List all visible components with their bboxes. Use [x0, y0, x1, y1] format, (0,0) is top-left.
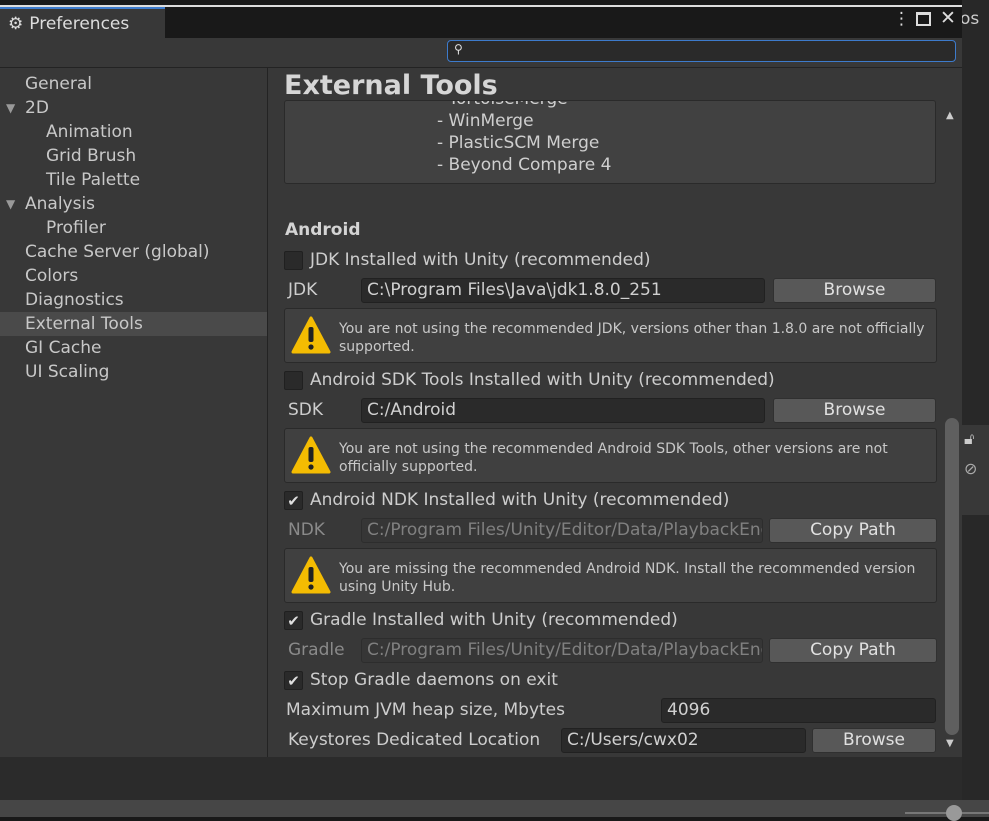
- keystores-browse-button[interactable]: Browse: [812, 728, 936, 753]
- window-footer: [0, 757, 962, 800]
- sidebar-item-colors[interactable]: Colors: [0, 264, 267, 288]
- warning-icon: [291, 436, 331, 474]
- sidebar-item-gi-cache[interactable]: GI Cache: [0, 336, 267, 360]
- keystores-label: Keystores Dedicated Location: [288, 730, 541, 750]
- search-input[interactable]: ⚲: [447, 40, 956, 62]
- adjacent-tab-fragment[interactable]: os: [960, 9, 979, 29]
- adjacent-inspector: 🔓︎ ⊘: [962, 425, 989, 515]
- sidebar-item-cache-server[interactable]: Cache Server (global): [0, 240, 267, 264]
- gear-icon: ⚙: [8, 13, 24, 34]
- tab-title: Preferences: [29, 13, 130, 34]
- page-title: External Tools: [284, 70, 498, 101]
- content-panel: - TortoiseMerge - WinMerge - PlasticSCM …: [270, 68, 942, 757]
- search-icon: ⚲: [454, 42, 463, 56]
- jdk-label: JDK: [288, 280, 318, 300]
- ndk-warning-box: You are missing the recommended Android …: [284, 548, 937, 603]
- sidebar-item-label: Animation: [46, 122, 133, 142]
- sidebar-item-label: Grid Brush: [46, 146, 137, 166]
- adjacent-panel: os 🔓︎ ⊘: [960, 0, 989, 800]
- stop-gradle-checkbox[interactable]: ✔: [284, 671, 303, 690]
- list-item: - PlasticSCM Merge: [437, 133, 600, 153]
- hidden-eye-icon[interactable]: ⊘: [964, 459, 977, 478]
- sidebar-item-label: Diagnostics: [25, 290, 124, 310]
- jdk-installed-label: JDK Installed with Unity (recommended): [310, 250, 651, 270]
- ndk-warning-text: You are missing the recommended Android …: [339, 561, 916, 595]
- android-header: Android: [285, 220, 361, 240]
- zoom-slider-handle[interactable]: [946, 805, 962, 821]
- lock-icon[interactable]: 🔓︎: [964, 429, 974, 449]
- sidebar-item-grid-brush[interactable]: Grid Brush: [0, 144, 267, 168]
- list-item: - Beyond Compare 4: [437, 155, 612, 175]
- sidebar-item-label: Profiler: [46, 218, 106, 238]
- expand-triangle-icon[interactable]: ▼: [6, 96, 15, 120]
- diff-tools-list: - TortoiseMerge - WinMerge - PlasticSCM …: [284, 100, 936, 184]
- maximize-icon[interactable]: [916, 12, 931, 26]
- sidebar-item-label: General: [25, 74, 92, 94]
- jvm-heap-label: Maximum JVM heap size, Mbytes: [286, 700, 565, 720]
- sidebar-item-tile-palette[interactable]: Tile Palette: [0, 168, 267, 192]
- gradle-label: Gradle: [288, 640, 345, 660]
- gradle-installed-label: Gradle Installed with Unity (recommended…: [310, 610, 678, 630]
- scroll-up-icon[interactable]: ▲: [946, 110, 954, 121]
- scrollbar-thumb[interactable]: [945, 418, 959, 735]
- ndk-copy-path-button[interactable]: Copy Path: [769, 518, 937, 543]
- jdk-browse-button[interactable]: Browse: [773, 278, 936, 303]
- sidebar-item-label: 2D: [25, 98, 49, 118]
- sidebar-item-label: GI Cache: [25, 338, 102, 358]
- scroll-down-icon[interactable]: ▼: [946, 738, 954, 749]
- list-item: - TortoiseMerge: [437, 101, 568, 109]
- sdk-installed-checkbox[interactable]: [284, 371, 303, 390]
- tab-preferences[interactable]: ⚙ Preferences: [0, 7, 165, 38]
- gradle-installed-checkbox[interactable]: ✔: [284, 611, 303, 630]
- jdk-installed-checkbox[interactable]: [284, 251, 303, 270]
- jvm-heap-field[interactable]: 4096: [661, 698, 936, 723]
- ndk-installed-label: Android NDK Installed with Unity (recomm…: [310, 490, 730, 510]
- ndk-installed-checkbox[interactable]: ✔: [284, 491, 303, 510]
- sidebar-item-profiler[interactable]: Profiler: [0, 216, 267, 240]
- jdk-warning-box: You are not using the recommended JDK, v…: [284, 308, 937, 363]
- gradle-path-field: C:/Program Files/Unity/Editor/Data/Playb…: [361, 638, 763, 663]
- sidebar-item-external-tools[interactable]: External Tools: [0, 312, 267, 336]
- sidebar-item-label: Colors: [25, 266, 79, 286]
- ndk-path-field: C:/Program Files/Unity/Editor/Data/Playb…: [361, 518, 763, 543]
- sidebar-item-diagnostics[interactable]: Diagnostics: [0, 288, 267, 312]
- sdk-warning-text: You are not using the recommended Androi…: [339, 441, 888, 475]
- list-item: - WinMerge: [437, 111, 534, 131]
- sidebar-item-label: UI Scaling: [25, 362, 110, 382]
- sidebar-item-label: Analysis: [25, 194, 96, 214]
- keystores-path-field[interactable]: C:/Users/cwx02: [561, 728, 806, 753]
- kebab-icon[interactable]: ⋮: [893, 9, 910, 29]
- bottom-bar: [0, 800, 989, 821]
- warning-icon: [291, 316, 331, 354]
- stop-gradle-label: Stop Gradle daemons on exit: [310, 670, 558, 690]
- gradle-copy-path-button[interactable]: Copy Path: [769, 638, 937, 663]
- sdk-warning-box: You are not using the recommended Androi…: [284, 428, 937, 483]
- sdk-label: SDK: [288, 400, 324, 420]
- sidebar-item-ui-scaling[interactable]: UI Scaling: [0, 360, 267, 384]
- sidebar: General ▼ 2D Animation Grid Brush Tile Pa…: [0, 68, 268, 757]
- sidebar-item-2d[interactable]: ▼ 2D: [0, 96, 267, 120]
- sdk-installed-label: Android SDK Tools Installed with Unity (…: [310, 370, 775, 390]
- sidebar-item-label: Cache Server (global): [25, 242, 210, 262]
- sdk-browse-button[interactable]: Browse: [773, 398, 936, 423]
- ndk-label: NDK: [288, 520, 325, 540]
- sidebar-item-label: Tile Palette: [46, 170, 141, 190]
- sidebar-item-analysis[interactable]: ▼ Analysis: [0, 192, 267, 216]
- jdk-warning-text: You are not using the recommended JDK, v…: [339, 321, 925, 355]
- sidebar-item-animation[interactable]: Animation: [0, 120, 267, 144]
- sidebar-item-label: External Tools: [25, 314, 143, 334]
- expand-triangle-icon[interactable]: ▼: [6, 192, 15, 216]
- warning-icon: [291, 556, 331, 594]
- close-icon[interactable]: ✕: [940, 7, 956, 29]
- sdk-path-field[interactable]: C:/Android: [361, 398, 765, 423]
- sidebar-item-general[interactable]: General: [0, 72, 267, 96]
- jdk-path-field[interactable]: C:\Program Files\Java\jdk1.8.0_251: [361, 278, 765, 303]
